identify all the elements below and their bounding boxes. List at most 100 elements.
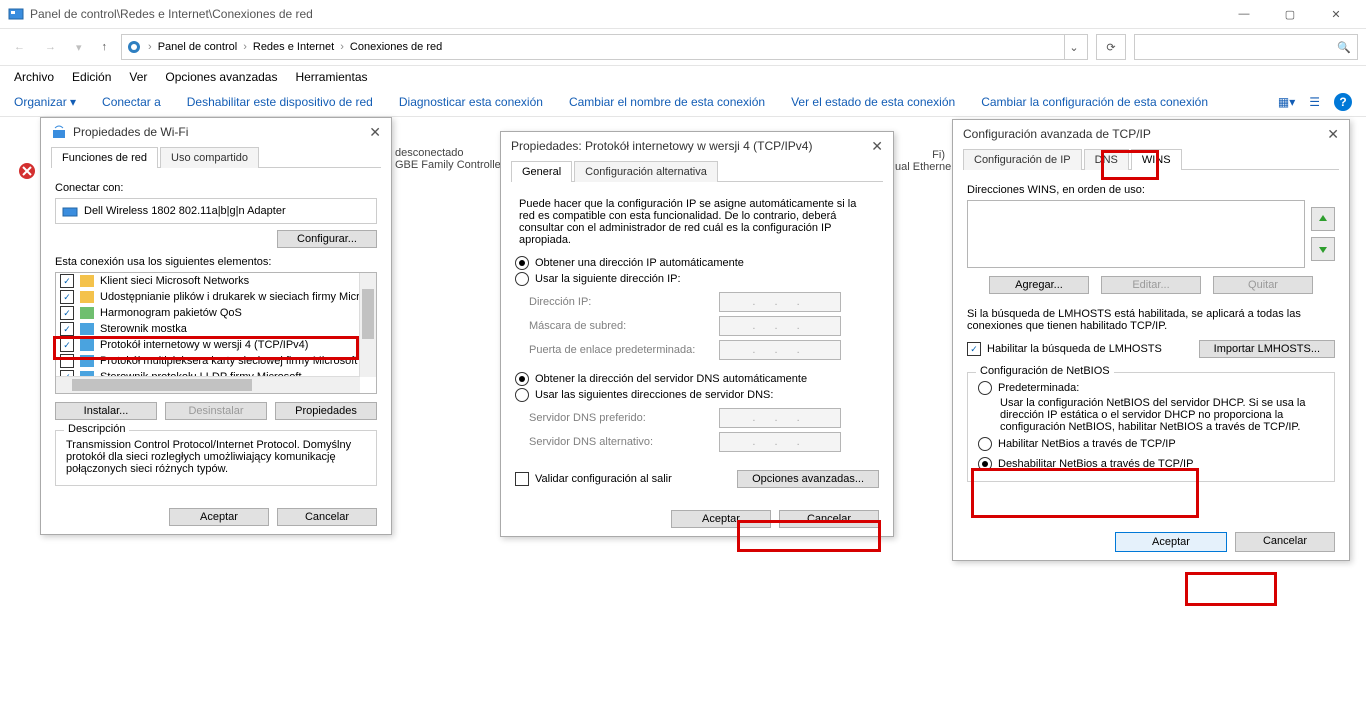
scrollbar-vertical[interactable] — [359, 273, 376, 377]
tool-status[interactable]: Ver el estado de esta conexión — [791, 95, 955, 109]
move-up-button[interactable] — [1311, 207, 1335, 231]
highlight-ok — [1185, 572, 1277, 606]
list-item: Protokół multipleksera karty sieciowej f… — [56, 353, 376, 369]
recent-dropdown[interactable]: ▾ — [70, 37, 88, 58]
view-icon[interactable]: ▦▾ — [1278, 95, 1295, 109]
help-icon[interactable]: ? — [1334, 93, 1352, 111]
menu-adv[interactable]: Opciones avanzadas — [165, 70, 277, 84]
tab-dns[interactable]: DNS — [1084, 149, 1129, 170]
back-button[interactable]: ← — [8, 37, 31, 57]
adv-title: Configuración avanzada de TCP/IP — [963, 127, 1151, 141]
scrollbar-horizontal[interactable] — [56, 376, 360, 393]
window-titlebar: Panel de control\Redes e Internet\Conexi… — [0, 0, 1366, 28]
search-icon: 🔍 — [1337, 41, 1351, 54]
menu-view[interactable]: Ver — [129, 70, 147, 84]
breadcrumb[interactable]: › Panel de control › Redes e Internet › … — [121, 34, 1088, 60]
tab-wins[interactable]: WINS — [1131, 149, 1182, 170]
gw-input: . . . — [719, 340, 841, 360]
radio-auto-dns[interactable] — [515, 372, 529, 386]
adv-cancel-button[interactable]: Cancelar — [1235, 532, 1335, 552]
menu-tools[interactable]: Herramientas — [295, 70, 367, 84]
forward-button[interactable]: → — [39, 37, 62, 57]
close-button[interactable]: ✕ — [1314, 0, 1358, 28]
bg-adapter-1: desconectado GBE Family Controlle — [395, 147, 501, 171]
bc-item-2[interactable]: Redes e Internet — [253, 41, 334, 53]
tool-connect[interactable]: Conectar a — [102, 95, 161, 109]
install-button[interactable]: Instalar... — [55, 402, 157, 420]
radio-nb-disable[interactable] — [978, 457, 992, 471]
uses-label: Esta conexión usa los siguientes element… — [55, 256, 377, 268]
add-button[interactable]: Agregar... — [989, 276, 1089, 294]
description-text: Transmission Control Protocol/Internet P… — [66, 439, 366, 475]
breadcrumb-dropdown[interactable]: ⌄ — [1064, 35, 1083, 59]
move-down-button[interactable] — [1311, 237, 1335, 261]
tab-sharing[interactable]: Uso compartido — [160, 147, 259, 168]
search-input[interactable]: 🔍 — [1134, 34, 1358, 60]
advanced-tcpip-dialog: Configuración avanzada de TCP/IP ✕ Confi… — [952, 119, 1350, 561]
tool-rename[interactable]: Cambiar el nombre de esta conexión — [569, 95, 765, 109]
radio-auto-ip[interactable] — [515, 256, 529, 270]
advanced-button[interactable]: Opciones avanzadas... — [737, 470, 879, 488]
menu-bar: Archivo Edición Ver Opciones avanzadas H… — [0, 66, 1366, 88]
ipv4-ok-button[interactable]: Aceptar — [671, 510, 771, 528]
radio-manual-dns[interactable] — [515, 388, 529, 402]
tool-change[interactable]: Cambiar la configuración de esta conexió… — [981, 95, 1208, 109]
components-listbox[interactable]: ✓Klient sieci Microsoft Networks ✓Udostę… — [55, 272, 377, 394]
adv-ok-button[interactable]: Aceptar — [1115, 532, 1227, 552]
refresh-button[interactable]: ⟳ — [1096, 34, 1126, 60]
properties-button[interactable]: Propiedades — [275, 402, 377, 420]
nav-bar: ← → ▾ ↑ › Panel de control › Redes e Int… — [0, 28, 1366, 66]
wifi-properties-dialog: Propiedades de Wi-Fi ✕ Funciones de red … — [40, 117, 392, 535]
connect-with-label: Conectar con: — [55, 182, 377, 194]
radio-nb-default[interactable] — [978, 381, 992, 395]
control-panel-icon — [8, 6, 24, 22]
wins-listbox[interactable] — [967, 200, 1305, 268]
tab-alt[interactable]: Configuración alternativa — [574, 161, 718, 182]
adapter-name: Dell Wireless 1802 802.11a|b|g|n Adapter — [84, 205, 286, 217]
tab-general[interactable]: General — [511, 161, 572, 182]
ipv4-cancel-button[interactable]: Cancelar — [779, 510, 879, 528]
lmhosts-text: Si la búsqueda de LMHOSTS está habilitad… — [967, 308, 1335, 332]
configure-button[interactable]: Configurar... — [277, 230, 377, 248]
validate-checkbox[interactable] — [515, 472, 529, 486]
tool-diagnose[interactable]: Diagnosticar esta conexión — [399, 95, 543, 109]
wifi-cancel-button[interactable]: Cancelar — [277, 508, 377, 526]
uninstall-button[interactable]: Desinstalar — [165, 402, 267, 420]
wifi-dialog-title: Propiedades de Wi-Fi — [73, 125, 188, 139]
up-button[interactable]: ↑ — [96, 37, 114, 57]
command-bar: Organizar ▾ Conectar a Deshabilitar este… — [0, 88, 1366, 117]
ipv4-properties-dialog: Propiedades: Protokół internetowy w wers… — [500, 131, 894, 537]
tab-networking[interactable]: Funciones de red — [51, 147, 158, 168]
bc-item-3[interactable]: Conexiones de red — [350, 41, 442, 53]
wifi-ok-button[interactable]: Aceptar — [169, 508, 269, 526]
minimize-button[interactable]: — — [1222, 0, 1266, 28]
menu-file[interactable]: Archivo — [14, 70, 54, 84]
list-item: ✓Sterownik mostka — [56, 321, 376, 337]
list-item-ipv4: ✓Protokół internetowy w wersji 4 (TCP/IP… — [56, 337, 376, 353]
lmhosts-checkbox[interactable]: ✓ — [967, 342, 981, 356]
radio-manual-ip[interactable] — [515, 272, 529, 286]
wifi-close-button[interactable]: ✕ — [369, 124, 381, 141]
import-lmhosts-button[interactable]: Importar LMHOSTS... — [1199, 340, 1335, 358]
adv-close-button[interactable]: ✕ — [1327, 126, 1339, 143]
cp-icon — [126, 39, 142, 55]
netbios-legend: Configuración de NetBIOS — [976, 365, 1114, 377]
wifi-icon — [51, 124, 67, 140]
maximize-button[interactable]: ▢ — [1268, 0, 1312, 28]
bg-adapter-2: Fi) ual Etherne — [895, 149, 951, 173]
remove-button[interactable]: Quitar — [1213, 276, 1313, 294]
radio-nb-enable[interactable] — [978, 437, 992, 451]
ipv4-close-button[interactable]: ✕ — [871, 138, 883, 155]
tool-organize[interactable]: Organizar ▾ — [14, 95, 76, 109]
wins-label: Direcciones WINS, en orden de uso: — [967, 184, 1335, 196]
menu-edit[interactable]: Edición — [72, 70, 111, 84]
window-title: Panel de control\Redes e Internet\Conexi… — [30, 7, 313, 21]
edit-button[interactable]: Editar... — [1101, 276, 1201, 294]
mask-input: . . . — [719, 316, 841, 336]
list-item: ✓Harmonogram pakietów QoS — [56, 305, 376, 321]
preview-icon[interactable]: ☰ — [1309, 95, 1320, 109]
adapter-icon — [62, 204, 78, 218]
bc-item-1[interactable]: Panel de control — [158, 41, 238, 53]
tab-ipconfig[interactable]: Configuración de IP — [963, 149, 1082, 170]
tool-disable[interactable]: Deshabilitar este dispositivo de red — [187, 95, 373, 109]
